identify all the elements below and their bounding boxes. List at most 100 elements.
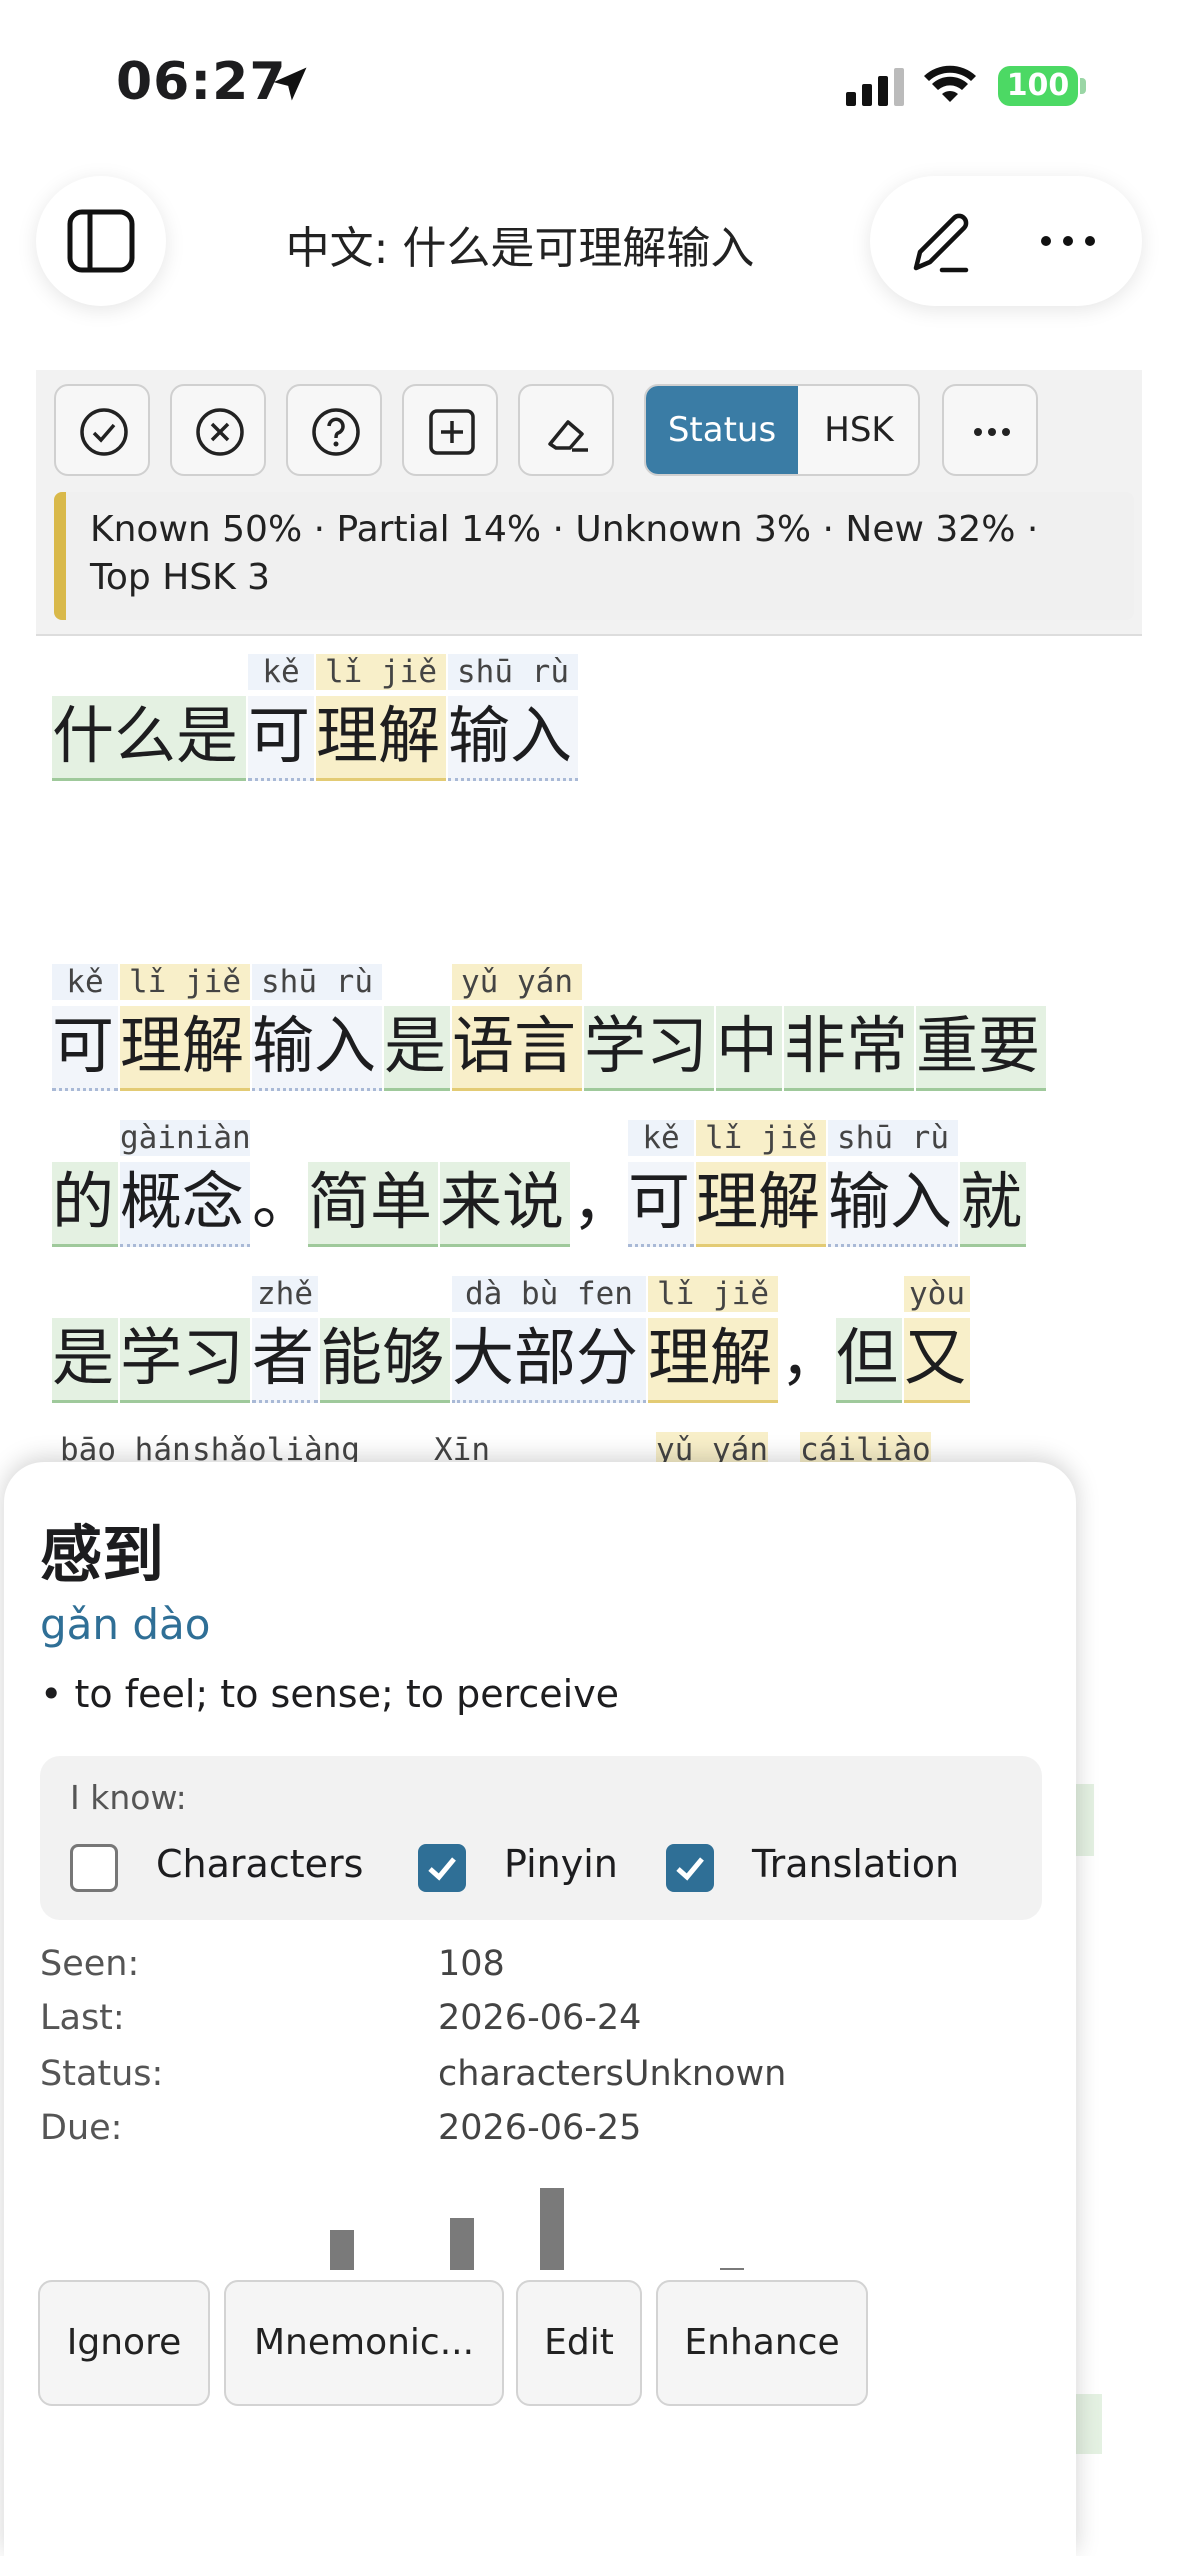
word-pinyin: shū rù xyxy=(828,1120,958,1156)
meta-last-key: Last: xyxy=(40,1998,125,2038)
word-hanzi: 理解 xyxy=(648,1318,778,1403)
word-pinyin: dà bù fen xyxy=(452,1276,646,1312)
sidebar-toggle-button[interactable] xyxy=(36,176,166,306)
word-hanzi: 理解 xyxy=(316,696,446,781)
translation-checkbox[interactable] xyxy=(666,1844,714,1892)
word-pinyin: lǐ jiě xyxy=(696,1120,826,1156)
word-token[interactable]: 的 xyxy=(52,1120,118,1250)
word-hanzi: 非常 xyxy=(784,1006,914,1091)
enhance-button[interactable]: Enhance xyxy=(656,2280,868,2406)
word-token[interactable]: gàiniàn 概念 xyxy=(120,1120,251,1250)
battery-tip xyxy=(1080,78,1086,94)
ignore-button[interactable]: Ignore xyxy=(38,2280,210,2406)
meta-seen-key: Seen: xyxy=(40,1944,140,1984)
word-hanzi: 但 xyxy=(836,1318,902,1403)
check-circle-icon xyxy=(80,408,128,456)
word-hanzi: 可 xyxy=(248,696,314,781)
word-token[interactable]: shū rù 输入 xyxy=(252,964,382,1094)
word-token[interactable]: 重要 xyxy=(916,964,1046,1094)
wifi-icon xyxy=(924,65,976,102)
translation-checkbox-label: Translation xyxy=(752,1842,960,1886)
word-hanzi: 就 xyxy=(960,1162,1026,1247)
word-hanzi: 什么是 xyxy=(52,696,246,781)
word-token[interactable]: yòu 又 xyxy=(904,1276,970,1406)
word-token[interactable]: 简单 xyxy=(308,1120,438,1250)
more-horizontal-icon[interactable] xyxy=(1036,226,1100,256)
mark-partial-button[interactable] xyxy=(286,384,382,476)
mark-unknown-button[interactable] xyxy=(170,384,266,476)
color-mode-toggle: Status HSK xyxy=(644,384,920,476)
add-word-button[interactable] xyxy=(402,384,498,476)
word-token[interactable]: 能够 xyxy=(320,1276,450,1406)
word-token[interactable]: 是 xyxy=(52,1276,118,1406)
stats-line-1: Known 50% · Partial 14% · Unknown 3% · N… xyxy=(90,509,1039,550)
word-token[interactable]: kě 可 xyxy=(628,1120,694,1250)
toolbar-more-button[interactable] xyxy=(942,384,1038,476)
mnemonic-button[interactable]: Mnemonic... xyxy=(224,2280,504,2406)
peek-highlight xyxy=(1076,1784,1094,1856)
word-token[interactable]: 来说 xyxy=(440,1120,570,1250)
word-token[interactable]: 是 xyxy=(384,964,450,1094)
word-pinyin: gàiniàn xyxy=(120,1120,251,1156)
edit-button[interactable]: Edit xyxy=(516,2280,642,2406)
punctuation: ， xyxy=(780,1276,842,1406)
eraser-button[interactable] xyxy=(518,384,614,476)
word-hanzi: 语言 xyxy=(452,1006,582,1091)
word-token[interactable]: dà bù fen 大部分 xyxy=(452,1276,646,1406)
more-horizontal-icon xyxy=(974,428,1010,436)
characters-checkbox[interactable] xyxy=(70,1844,118,1892)
word-pinyin: lǐ jiě xyxy=(316,654,446,690)
word-token[interactable]: 什么是 xyxy=(52,654,246,784)
pencil-icon[interactable] xyxy=(906,208,976,278)
word-token[interactable]: 但 xyxy=(836,1276,902,1406)
word-token[interactable]: 中 xyxy=(716,964,782,1094)
popup-pinyin: gǎn dào xyxy=(40,1600,211,1649)
meta-status-value: charactersUnknown xyxy=(438,2054,787,2094)
word-token[interactable]: lǐ jiě 理解 xyxy=(696,1120,826,1250)
status-time: 06:27 xyxy=(116,52,287,112)
meta-due-value: 2026-06-25 xyxy=(438,2108,642,2148)
header-actions xyxy=(870,176,1142,306)
word-hanzi: 学习 xyxy=(584,1006,714,1091)
word-token[interactable]: zhě 者 xyxy=(252,1276,318,1406)
word-token[interactable]: lǐ jiě 理解 xyxy=(120,964,250,1094)
word-hanzi: 概念 xyxy=(120,1162,250,1247)
word-token[interactable]: shū rù 输入 xyxy=(448,654,578,784)
word-hanzi: 又 xyxy=(904,1318,970,1403)
word-hanzi: 学习 xyxy=(120,1318,250,1403)
word-token[interactable]: 学习 xyxy=(120,1276,250,1406)
pinyin-checkbox[interactable] xyxy=(418,1844,466,1892)
word-token[interactable]: lǐ jiě 理解 xyxy=(316,654,446,784)
word-token[interactable]: yǔ yán 语言 xyxy=(452,964,582,1094)
word-hanzi: 中 xyxy=(716,1006,782,1091)
eraser-icon xyxy=(548,420,588,452)
word-detail-popup: 感到 gǎn dào • to feel; to sense; to perce… xyxy=(4,1462,1076,2556)
word-pinyin: yòu xyxy=(904,1276,970,1312)
segment-status[interactable]: Status xyxy=(646,386,798,474)
popup-word: 感到 xyxy=(40,1518,165,1591)
word-token[interactable]: kě 可 xyxy=(248,654,314,784)
word-token[interactable]: shū rù 输入 xyxy=(828,1120,958,1250)
word-token[interactable]: kě 可 xyxy=(52,964,118,1094)
segment-hsk[interactable]: HSK xyxy=(798,386,918,474)
word-hanzi: ， xyxy=(572,1165,635,1238)
word-token[interactable]: 学习 xyxy=(584,964,714,1094)
word-pinyin: shū rù xyxy=(448,654,578,690)
x-circle-icon xyxy=(196,408,244,456)
punctuation: 。 xyxy=(252,1120,314,1250)
pinyin-checkbox-label: Pinyin xyxy=(504,1842,618,1886)
history-bar xyxy=(450,2218,474,2270)
word-hanzi: 者 xyxy=(252,1318,318,1403)
punctuation: ， xyxy=(572,1120,635,1250)
battery-indicator: 100 xyxy=(998,66,1078,106)
word-hanzi: 理解 xyxy=(696,1162,826,1247)
word-pinyin: lǐ jiě xyxy=(120,964,250,1000)
word-hanzi: 是 xyxy=(52,1318,118,1403)
word-hanzi: 来说 xyxy=(440,1162,570,1247)
stats-summary: Known 50% · Partial 14% · Unknown 3% · N… xyxy=(54,492,1134,620)
word-token[interactable]: 非常 xyxy=(784,964,914,1094)
word-token[interactable]: lǐ jiě 理解 xyxy=(648,1276,778,1406)
word-token[interactable]: 就 xyxy=(960,1120,1026,1250)
sidebar-icon xyxy=(67,209,135,273)
mark-known-button[interactable] xyxy=(54,384,150,476)
